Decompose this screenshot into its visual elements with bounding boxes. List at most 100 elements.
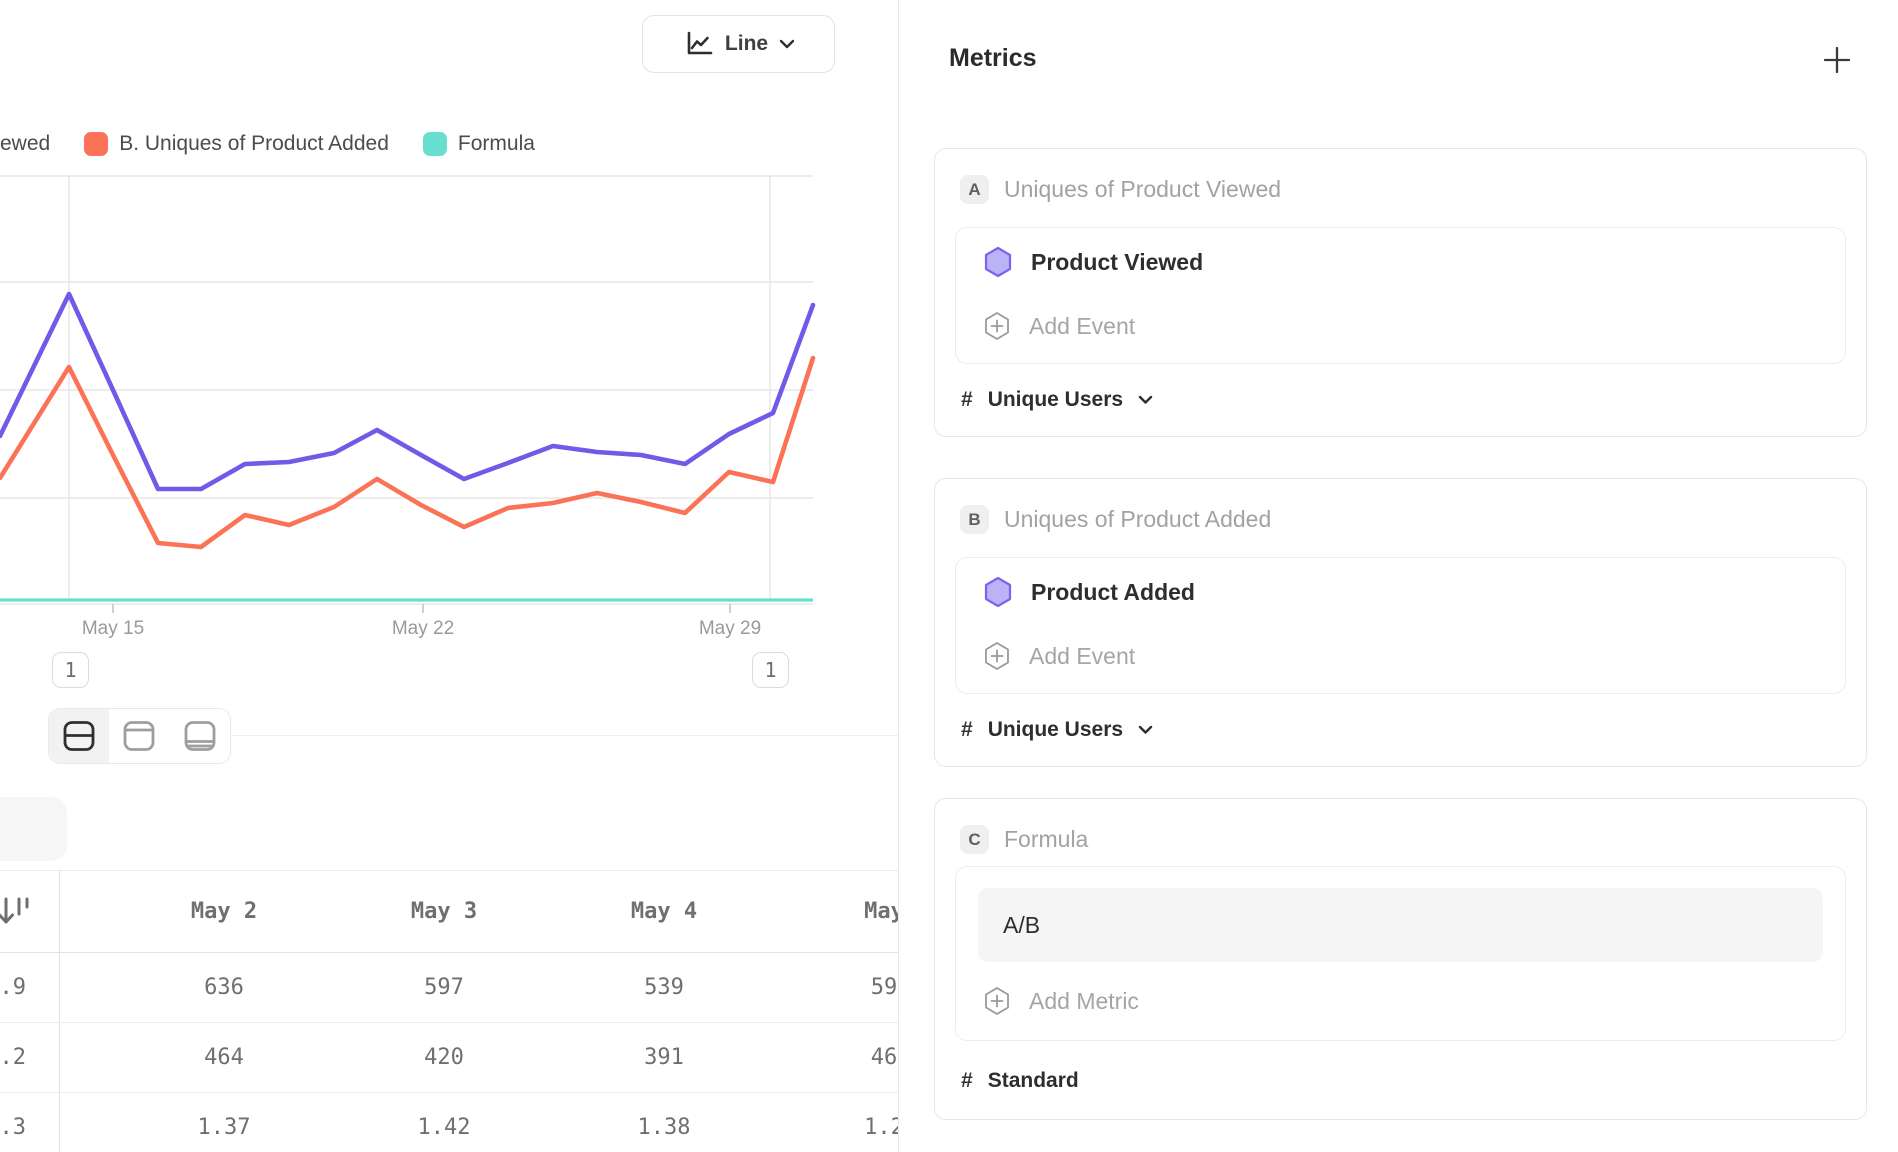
metric-card-b: B Uniques of Product Added Product Added Ad…: [934, 478, 1867, 767]
line-chart-icon: [682, 29, 714, 59]
measure-label: Unique Users: [988, 718, 1123, 742]
metric-inner-card: Product Viewed Add Event: [955, 227, 1846, 364]
add-event-button[interactable]: Add Event: [984, 308, 1135, 344]
add-metric-row-button[interactable]: Add Metric: [984, 983, 1139, 1019]
table-column-header[interactable]: May 3: [334, 899, 554, 924]
metric-card-a: A Uniques of Product Viewed Product Viewed…: [934, 148, 1867, 437]
add-event-label: Add Event: [1029, 313, 1135, 340]
table-column-header[interactable]: May: [774, 899, 898, 924]
metric-card-header: B Uniques of Product Added: [960, 505, 1271, 534]
chevron-down-icon: [1138, 395, 1153, 405]
table-row-header-value: .3: [0, 1115, 26, 1140]
metric-letter-badge: C: [960, 825, 989, 854]
layout-split-horizontal-icon: [61, 719, 97, 753]
metric-card-header: A Uniques of Product Viewed: [960, 175, 1281, 204]
metrics-panel-title: Metrics: [949, 44, 1037, 73]
table-cell: 46: [774, 1045, 898, 1070]
chart-type-dropdown[interactable]: Line: [642, 15, 835, 73]
legend-item-label: Formula: [458, 132, 535, 156]
table-sort-cell[interactable]: [0, 871, 60, 952]
line-chart: May 15 May 22 May 29: [0, 170, 898, 640]
table-row-header-cell: .3: [0, 1093, 60, 1152]
chevron-down-icon: [779, 39, 795, 49]
metrics-panel: Metrics A Uniques of Product Viewed Produc…: [898, 0, 1898, 1152]
event-hexagon-icon: [984, 576, 1012, 608]
legend-swatch: [84, 132, 108, 156]
table-cell: 1.2: [774, 1115, 898, 1140]
table-cell: 420: [334, 1045, 554, 1070]
legend-swatch: [423, 132, 447, 156]
event-hexagon-icon: [984, 246, 1012, 278]
section-divider: [231, 735, 898, 736]
series-line-product-added[interactable]: [0, 358, 813, 547]
table-cell: 464: [114, 1045, 334, 1070]
table-column-header[interactable]: May 2: [114, 899, 334, 924]
chart-svg: May 15 May 22 May 29: [0, 170, 898, 640]
metric-card-label: Uniques of Product Added: [1004, 506, 1271, 533]
table-cell: 59: [774, 975, 898, 1000]
add-event-label: Add Event: [1029, 643, 1135, 670]
measure-label: Standard: [988, 1069, 1079, 1093]
layout-header-top-icon: [121, 719, 157, 753]
legend-item[interactable]: B. Uniques of Product Added: [84, 132, 389, 156]
add-hexagon-plus-icon: [984, 311, 1010, 341]
event-name: Product Viewed: [1031, 249, 1203, 276]
chart-section: Line ewed B. Uniques of Product Added Form…: [0, 0, 898, 1152]
add-hexagon-plus-icon: [984, 641, 1010, 671]
annotation-badge[interactable]: 1: [752, 652, 789, 688]
hash-icon: #: [961, 1069, 973, 1093]
event-name: Product Added: [1031, 579, 1195, 606]
legend-item-label: B. Uniques of Product Added: [119, 132, 389, 156]
table-row: .2 46442039146: [0, 1023, 898, 1093]
clipped-corner-chip[interactable]: [0, 797, 67, 861]
insights-report: Line ewed B. Uniques of Product Added Form…: [0, 0, 1898, 1152]
metric-card-header: C Formula: [960, 825, 1088, 854]
table-row: .31.371.421.381.2: [0, 1093, 898, 1152]
x-axis-label: May 22: [392, 618, 454, 639]
table-cell: 597: [334, 975, 554, 1000]
view-layout-toggle: [48, 708, 231, 764]
add-metric-label: Add Metric: [1029, 988, 1139, 1015]
table-row-header-value: .2: [0, 1045, 26, 1070]
breakdown-table: May 2May 3May 4May .963659753959.2464420…: [0, 870, 898, 1152]
add-event-button[interactable]: Add Event: [984, 638, 1135, 674]
chevron-down-icon: [1138, 725, 1153, 735]
plus-icon: [1822, 45, 1852, 75]
table-row: .963659753959: [0, 953, 898, 1023]
table-cell: 1.42: [334, 1115, 554, 1140]
x-axis-label: May 29: [699, 618, 761, 639]
add-hexagon-plus-icon: [984, 986, 1010, 1016]
table-cell: 391: [554, 1045, 774, 1070]
table-cell: 636: [114, 975, 334, 1000]
layout-bar-bottom-icon: [182, 719, 218, 753]
view-toggle-layout-split-horizontal[interactable]: [49, 709, 109, 763]
table-row-header-cell: .9: [0, 953, 60, 1022]
hash-icon: #: [961, 388, 973, 412]
measure-selector[interactable]: #Unique Users: [961, 718, 1153, 742]
add-metric-button[interactable]: [1821, 44, 1853, 76]
x-axis-label: May 15: [82, 618, 144, 639]
legend-item[interactable]: ewed: [0, 132, 50, 156]
event-row[interactable]: Product Added: [984, 572, 1195, 612]
metric-letter-badge: A: [960, 175, 989, 204]
view-toggle-layout-bar-bottom[interactable]: [170, 709, 230, 763]
measure-label: Unique Users: [988, 388, 1123, 412]
metric-card-label: Formula: [1004, 826, 1088, 853]
chart-legend: ewed B. Uniques of Product Added Formula: [0, 128, 535, 160]
metric-card-label: Uniques of Product Viewed: [1004, 176, 1281, 203]
view-toggle-layout-header-top[interactable]: [109, 709, 169, 763]
metric-inner-card: Product Added Add Event: [955, 557, 1846, 694]
table-column-header[interactable]: May 4: [554, 899, 774, 924]
metric-inner-card: A/B Add Metric: [955, 866, 1846, 1041]
series-line-product-viewed[interactable]: [0, 294, 813, 489]
event-row[interactable]: Product Viewed: [984, 242, 1203, 282]
table-row-header-cell: .2: [0, 1023, 60, 1092]
table-header-row: May 2May 3May 4May: [0, 871, 898, 953]
formula-input[interactable]: A/B: [978, 888, 1823, 962]
table-cell: 1.37: [114, 1115, 334, 1140]
measure-selector[interactable]: # Unique Users: [961, 388, 1153, 412]
metric-letter-badge: B: [960, 505, 989, 534]
measure-selector[interactable]: # Standard: [961, 1069, 1079, 1093]
annotation-badge[interactable]: 1: [52, 652, 89, 688]
legend-item[interactable]: Formula: [423, 132, 535, 156]
